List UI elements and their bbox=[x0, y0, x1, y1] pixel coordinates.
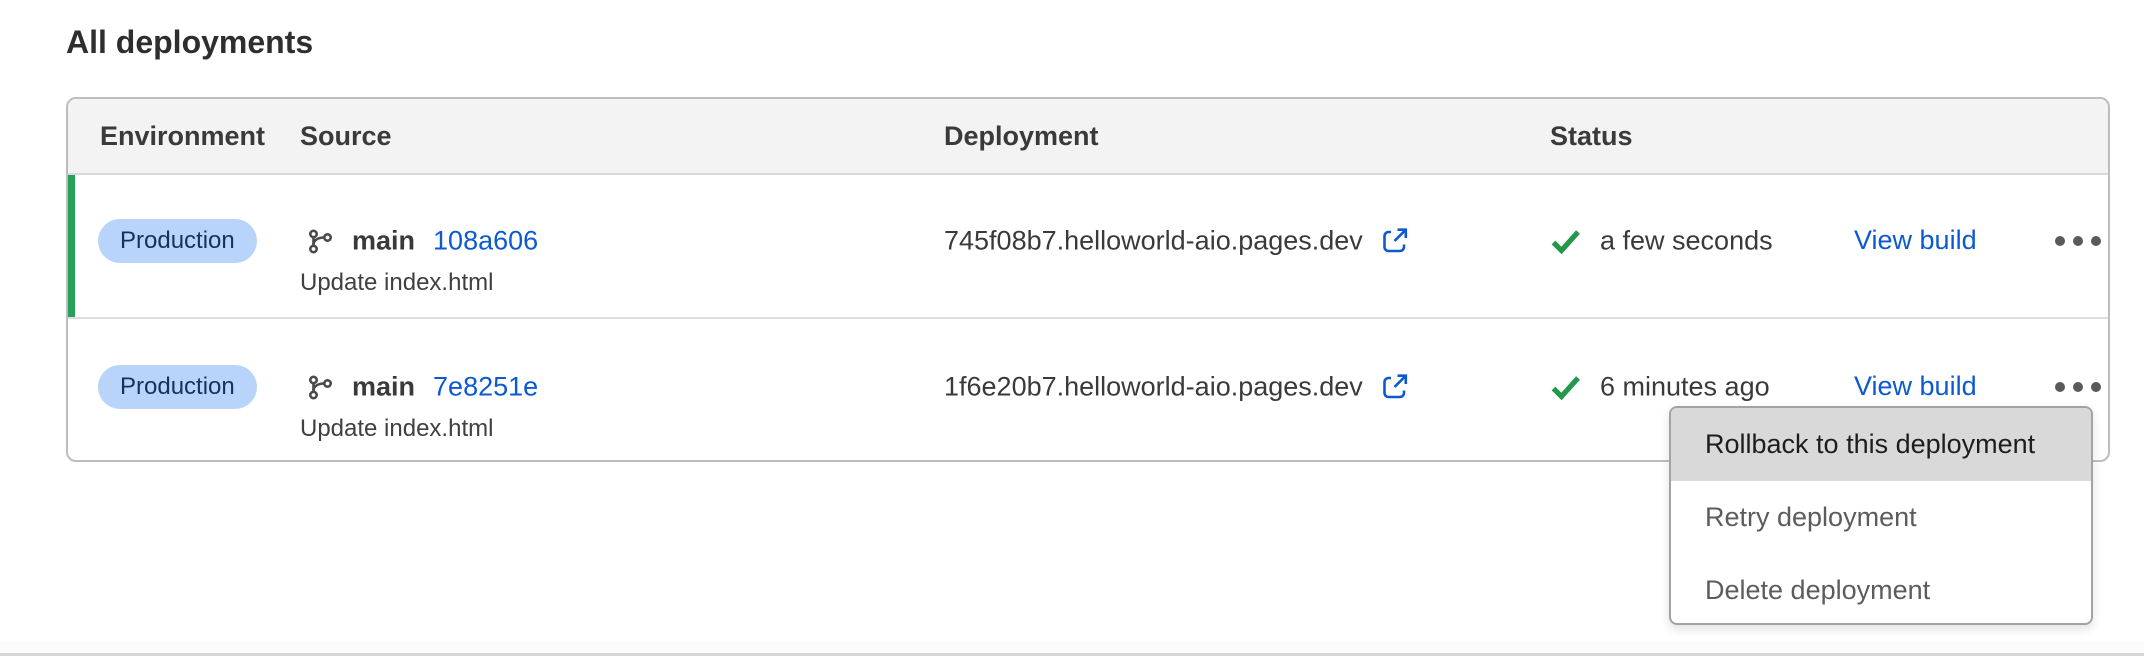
status-cell: 6 minutes ago bbox=[1550, 372, 1770, 403]
status-text: a few seconds bbox=[1600, 226, 1773, 257]
check-icon bbox=[1550, 373, 1582, 401]
column-header-environment: Environment bbox=[100, 121, 265, 152]
commit-message: Update index.html bbox=[300, 415, 493, 443]
commit-message: Update index.html bbox=[300, 269, 493, 297]
page-title: All deployments bbox=[66, 24, 313, 61]
git-branch-icon bbox=[306, 227, 334, 255]
deployment-url: 745f08b7.helloworld-aio.pages.dev bbox=[944, 226, 1363, 257]
menu-item-rollback[interactable]: Rollback to this deployment bbox=[1671, 408, 2091, 481]
source-cell: main 108a606 bbox=[306, 226, 538, 257]
status-cell: a few seconds bbox=[1550, 226, 1773, 257]
external-link-icon[interactable] bbox=[1379, 372, 1410, 403]
column-header-status: Status bbox=[1550, 121, 1633, 152]
current-deployment-indicator bbox=[68, 175, 75, 317]
source-cell: main 7e8251e bbox=[306, 372, 538, 403]
environment-badge: Production bbox=[98, 365, 257, 409]
deployment-url: 1f6e20b7.helloworld-aio.pages.dev bbox=[944, 372, 1363, 403]
menu-item-delete[interactable]: Delete deployment bbox=[1671, 554, 2091, 625]
branch-name: main bbox=[352, 372, 415, 403]
more-actions-button[interactable] bbox=[2040, 365, 2116, 409]
view-build-link[interactable]: View build bbox=[1854, 225, 1977, 256]
deployment-actions-menu: Rollback to this deployment Retry deploy… bbox=[1669, 406, 2093, 625]
deployments-page: All deployments Environment Source Deplo… bbox=[0, 0, 2144, 662]
column-header-deployment: Deployment bbox=[944, 121, 1099, 152]
view-build-link[interactable]: View build bbox=[1854, 371, 1977, 402]
external-link-icon[interactable] bbox=[1379, 226, 1410, 257]
branch-name: main bbox=[352, 226, 415, 257]
deployment-cell: 745f08b7.helloworld-aio.pages.dev bbox=[944, 226, 1410, 257]
table-header-row: Environment Source Deployment Status bbox=[68, 99, 2108, 175]
commit-link[interactable]: 7e8251e bbox=[433, 372, 538, 403]
ellipsis-icon bbox=[2055, 236, 2065, 246]
more-actions-button[interactable] bbox=[2040, 219, 2116, 263]
ellipsis-icon bbox=[2055, 382, 2065, 392]
menu-item-retry[interactable]: Retry deployment bbox=[1671, 481, 2091, 554]
page-bottom-divider bbox=[0, 653, 2144, 656]
table-row: Production main 108a606 Update index.htm… bbox=[68, 175, 2108, 319]
column-header-source: Source bbox=[300, 121, 392, 152]
page-bottom-band bbox=[0, 642, 2144, 653]
environment-badge: Production bbox=[98, 219, 257, 263]
check-icon bbox=[1550, 227, 1582, 255]
deployment-cell: 1f6e20b7.helloworld-aio.pages.dev bbox=[944, 372, 1410, 403]
status-text: 6 minutes ago bbox=[1600, 372, 1770, 403]
commit-link[interactable]: 108a606 bbox=[433, 226, 538, 257]
git-branch-icon bbox=[306, 373, 334, 401]
